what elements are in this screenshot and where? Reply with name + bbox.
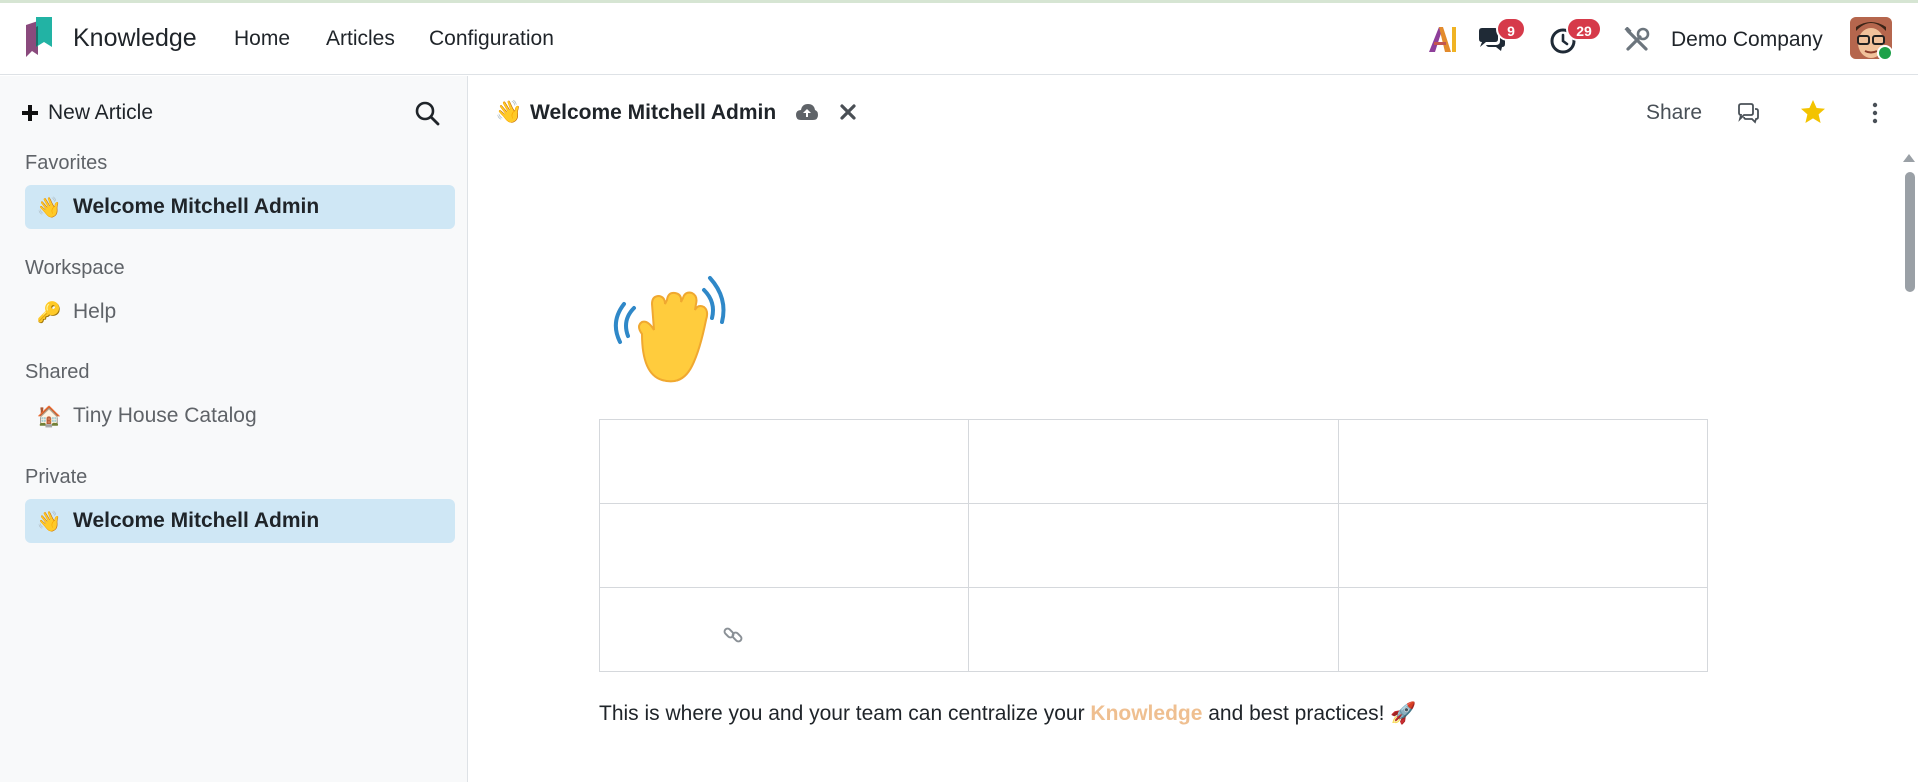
app-name[interactable]: Knowledge xyxy=(73,24,197,53)
sidebar-item-tiny-house-catalog[interactable]: 🏠 Tiny House Catalog xyxy=(25,394,455,438)
table-cell[interactable] xyxy=(598,587,970,672)
debug-tools-icon[interactable] xyxy=(1624,27,1650,53)
table-cell[interactable] xyxy=(1337,587,1709,672)
table-cell[interactable] xyxy=(598,503,970,588)
knowledge-app-logo-icon[interactable] xyxy=(24,17,54,59)
table-cell[interactable] xyxy=(968,503,1339,588)
scroll-up-arrow-icon[interactable] xyxy=(1903,154,1915,162)
new-article-button[interactable]: New Article xyxy=(22,101,153,125)
intro-text-start: This is where you and your team can cent… xyxy=(599,702,1091,725)
article-emoji-icon[interactable]: 👋 xyxy=(495,99,522,125)
section-favorites[interactable]: Favorites xyxy=(25,152,107,175)
intro-text-end: and best practices! 🚀 xyxy=(1202,702,1417,725)
plus-icon xyxy=(22,105,38,121)
activities-count-badge: 29 xyxy=(1566,17,1602,41)
section-workspace[interactable]: Workspace xyxy=(25,257,125,280)
menu-configuration[interactable]: Configuration xyxy=(429,27,554,51)
article-intro-text[interactable]: This is where you and your team can cent… xyxy=(599,702,1417,726)
article-header: 👋 Welcome Mitchell Admin Share xyxy=(469,76,1918,150)
table-cell[interactable] xyxy=(598,419,970,504)
messages-count-badge: 9 xyxy=(1496,17,1526,41)
table-cell[interactable] xyxy=(968,419,1339,504)
ai-icon[interactable] xyxy=(1427,25,1457,53)
key-icon: 🔑 xyxy=(36,301,62,324)
top-navbar: Knowledge Home Articles Configuration 9 … xyxy=(0,3,1918,75)
cover-wave-icon[interactable] xyxy=(612,270,732,390)
knowledge-sidebar: New Article Favorites 👋 Welcome Mitchell… xyxy=(0,76,468,782)
sidebar-item-favorite-welcome[interactable]: 👋 Welcome Mitchell Admin xyxy=(25,185,455,229)
sidebar-item-label: Help xyxy=(73,300,117,323)
menu-home[interactable]: Home xyxy=(234,27,290,51)
search-icon[interactable] xyxy=(414,100,440,126)
house-icon: 🏠 xyxy=(36,405,62,428)
article-title-breadcrumb[interactable]: Welcome Mitchell Admin xyxy=(530,101,776,125)
table-row xyxy=(598,587,1709,672)
close-icon[interactable] xyxy=(839,103,857,121)
sidebar-item-help[interactable]: 🔑 Help xyxy=(25,290,455,334)
wave-icon: 👋 xyxy=(36,510,62,533)
favorite-star-icon[interactable] xyxy=(1799,98,1827,126)
section-private[interactable]: Private xyxy=(25,466,87,489)
share-button[interactable]: Share xyxy=(1646,101,1702,125)
online-status-indicator xyxy=(1877,45,1893,61)
comments-icon[interactable] xyxy=(1736,102,1760,124)
scrollbar-thumb[interactable] xyxy=(1905,172,1915,292)
article-table xyxy=(598,419,1709,672)
link-icon[interactable] xyxy=(722,624,744,646)
more-options-icon[interactable] xyxy=(1870,102,1880,124)
sidebar-item-private-welcome[interactable]: 👋 Welcome Mitchell Admin xyxy=(25,499,455,543)
new-article-label: New Article xyxy=(48,101,154,124)
table-cell[interactable] xyxy=(1337,419,1709,504)
menu-articles[interactable]: Articles xyxy=(326,27,395,51)
sidebar-item-label: Welcome Mitchell Admin xyxy=(73,195,320,218)
table-cell[interactable] xyxy=(968,587,1339,672)
table-row xyxy=(598,419,1709,504)
company-switcher[interactable]: Demo Company xyxy=(1671,28,1823,52)
sidebar-item-label: Tiny House Catalog xyxy=(73,404,257,427)
section-shared[interactable]: Shared xyxy=(25,361,90,384)
cloud-save-icon[interactable] xyxy=(795,102,819,122)
table-row xyxy=(598,503,1709,588)
table-cell[interactable] xyxy=(1337,503,1709,588)
wave-icon: 👋 xyxy=(36,196,62,219)
sidebar-item-label: Welcome Mitchell Admin xyxy=(73,509,320,532)
knowledge-highlight: Knowledge xyxy=(1090,702,1203,725)
